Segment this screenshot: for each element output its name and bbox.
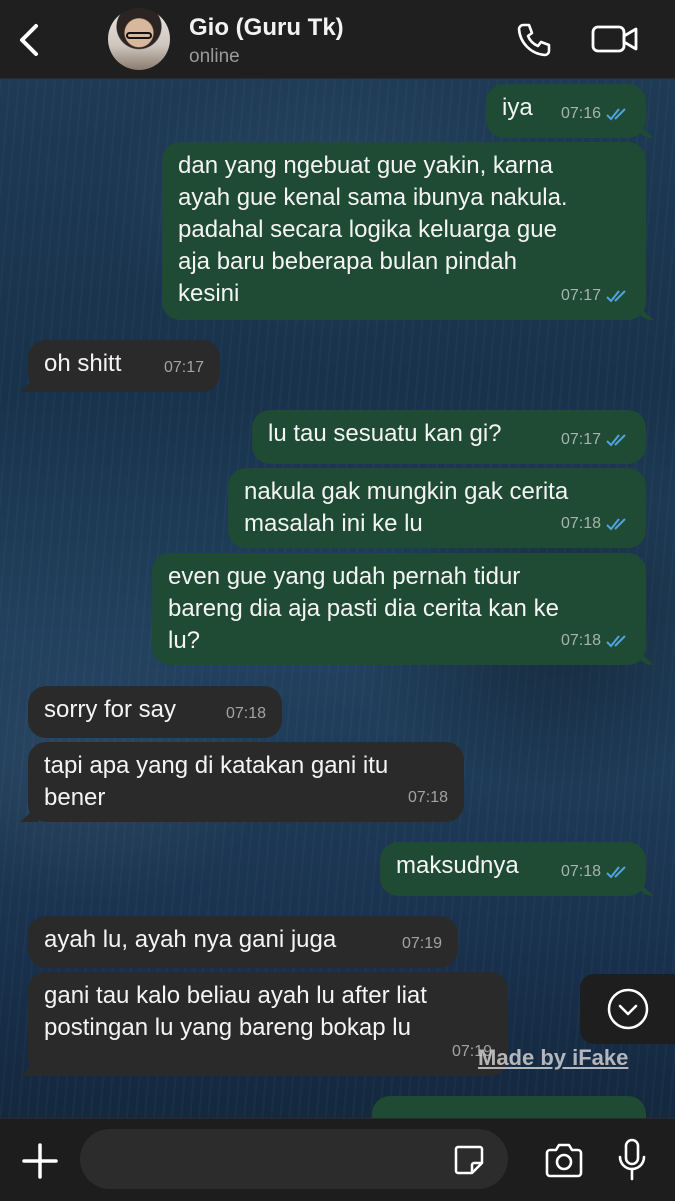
contact-name[interactable]: Gio (Guru Tk) bbox=[189, 14, 344, 42]
read-ticks-icon bbox=[606, 866, 626, 879]
microphone-icon[interactable] bbox=[616, 1137, 648, 1183]
message-bubble-incoming[interactable]: tapi apa yang di katakan gani itu bener … bbox=[28, 742, 464, 822]
message-bubble-outgoing[interactable]: nakula gak mungkin gak cerita masalah in… bbox=[228, 468, 646, 548]
scroll-down-button[interactable] bbox=[580, 974, 675, 1044]
message-bubble-outgoing[interactable]: dan yang ngebuat gue yakin, karna ayah g… bbox=[162, 142, 646, 320]
message-time: 07:18 bbox=[560, 515, 601, 532]
plus-icon[interactable] bbox=[20, 1141, 60, 1181]
read-ticks-icon bbox=[606, 518, 626, 531]
camera-icon[interactable] bbox=[543, 1141, 585, 1181]
chevron-down-circle-icon bbox=[607, 988, 648, 1030]
message-meta: 07:18 bbox=[561, 856, 630, 888]
read-ticks-icon bbox=[606, 434, 626, 447]
message-text: tapi apa yang di katakan gani itu bener bbox=[44, 752, 389, 811]
message-bubble-outgoing[interactable]: maksudnya 07:18 bbox=[380, 842, 646, 896]
message-time: 07:19 bbox=[401, 935, 442, 952]
message-bubble-incoming[interactable]: gani tau kalo beliau ayah lu after liat … bbox=[28, 972, 508, 1076]
message-bubble-incoming[interactable]: oh shitt 07:17 bbox=[28, 340, 220, 392]
message-bubble-outgoing[interactable]: even gue yang udah pernah tidur bareng d… bbox=[152, 553, 646, 665]
message-bubble-incoming[interactable]: sorry for say 07:18 bbox=[28, 686, 282, 738]
phone-icon[interactable] bbox=[514, 20, 554, 60]
video-camera-icon[interactable] bbox=[590, 22, 640, 56]
message-meta: 07:17 bbox=[561, 280, 630, 312]
message-bubble-outgoing[interactable]: iya 07:16 bbox=[486, 84, 646, 138]
composer-bar bbox=[0, 1118, 675, 1201]
watermark: Made by iFake bbox=[478, 1045, 629, 1070]
message-meta: 07:19 bbox=[402, 928, 442, 960]
message-time: 07:16 bbox=[560, 105, 601, 122]
message-time: 07:18 bbox=[225, 705, 266, 722]
read-ticks-icon bbox=[606, 290, 626, 303]
message-meta: 07:18 bbox=[561, 625, 630, 657]
read-ticks-icon bbox=[606, 635, 626, 648]
message-time: 07:18 bbox=[407, 789, 448, 806]
contact-avatar[interactable] bbox=[108, 8, 170, 70]
message-input[interactable] bbox=[80, 1129, 508, 1189]
message-meta: 07:17 bbox=[164, 352, 204, 384]
message-meta: 07:16 bbox=[561, 98, 630, 130]
chat-header: Gio (Guru Tk) online bbox=[0, 0, 675, 79]
message-time: 07:18 bbox=[560, 863, 601, 880]
read-ticks-icon bbox=[606, 108, 626, 121]
message-time: 07:17 bbox=[560, 287, 601, 304]
message-time: 07:17 bbox=[163, 359, 204, 376]
message-meta: 07:18 bbox=[226, 698, 266, 730]
message-bubble-incoming[interactable]: ayah lu, ayah nya gani juga 07:19 bbox=[28, 916, 458, 968]
sticker-icon[interactable] bbox=[452, 1143, 486, 1177]
message-text: gani tau kalo beliau ayah lu after liat … bbox=[44, 982, 427, 1041]
message-time: 07:18 bbox=[560, 632, 601, 649]
message-meta: 07:18 bbox=[561, 508, 630, 540]
message-meta: 07:18 bbox=[408, 782, 448, 814]
message-meta: 07:17 bbox=[561, 424, 630, 456]
back-chevron-icon[interactable] bbox=[14, 20, 46, 60]
contact-status: online bbox=[189, 46, 240, 67]
message-time: 07:17 bbox=[560, 431, 601, 448]
message-bubble-outgoing[interactable]: lu tau sesuatu kan gi? 07:17 bbox=[252, 410, 646, 464]
message-text: ayah lu, ayah nya gani juga bbox=[44, 926, 337, 953]
